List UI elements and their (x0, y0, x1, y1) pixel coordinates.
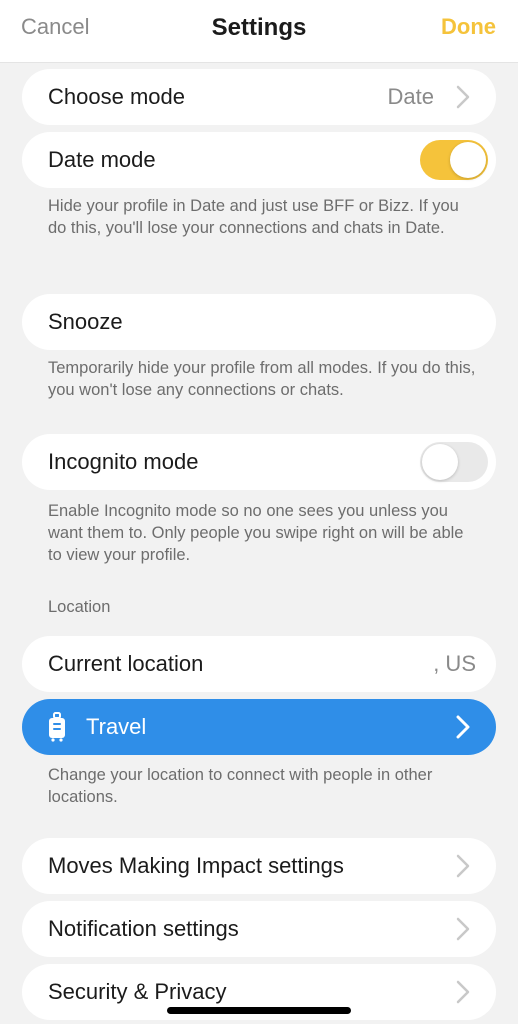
toggle-knob (422, 444, 458, 480)
chevron-right-icon (456, 854, 470, 878)
snooze-row[interactable]: Snooze (22, 294, 496, 350)
choose-mode-row[interactable]: Choose mode Date (22, 69, 496, 125)
incognito-mode-toggle[interactable] (420, 442, 488, 482)
moves-making-impact-label: Moves Making Impact settings (48, 853, 344, 878)
chevron-right-icon (456, 715, 470, 739)
current-location-row[interactable]: Current location , US (22, 636, 496, 692)
notification-settings-row[interactable]: Notification settings (22, 901, 496, 957)
chevron-right-icon (456, 980, 470, 1004)
date-mode-row: Date mode (22, 132, 496, 188)
snooze-label: Snooze (48, 309, 123, 334)
security-privacy-label: Security & Privacy (48, 979, 227, 1004)
travel-button[interactable]: Travel (22, 699, 496, 755)
nav-bar: Cancel Settings Done (0, 0, 518, 63)
current-location-label: Current location (48, 651, 204, 676)
incognito-mode-description: Enable Incognito mode so no one sees you… (48, 502, 464, 564)
date-mode-label: Date mode (48, 147, 156, 172)
location-section-title: Location (48, 598, 111, 616)
incognito-mode-label: Incognito mode (48, 449, 199, 474)
toggle-knob (450, 142, 486, 178)
date-mode-description: Hide your profile in Date and just use B… (48, 197, 459, 237)
choose-mode-value: Date (387, 84, 434, 109)
travel-label: Travel (86, 714, 147, 739)
chevron-right-icon (456, 917, 470, 941)
moves-making-impact-settings-row[interactable]: Moves Making Impact settings (22, 838, 496, 894)
location-description: Change your location to connect with peo… (48, 766, 433, 806)
incognito-mode-row: Incognito mode (22, 434, 496, 490)
date-mode-toggle[interactable] (420, 140, 488, 180)
home-indicator (167, 1007, 351, 1014)
luggage-icon (49, 712, 65, 742)
notification-settings-label: Notification settings (48, 916, 239, 941)
current-location-value: , US (433, 651, 476, 676)
done-button[interactable]: Done (441, 14, 496, 40)
choose-mode-label: Choose mode (48, 84, 185, 109)
snooze-description: Temporarily hide your profile from all m… (48, 359, 476, 399)
chevron-right-icon (456, 85, 470, 109)
